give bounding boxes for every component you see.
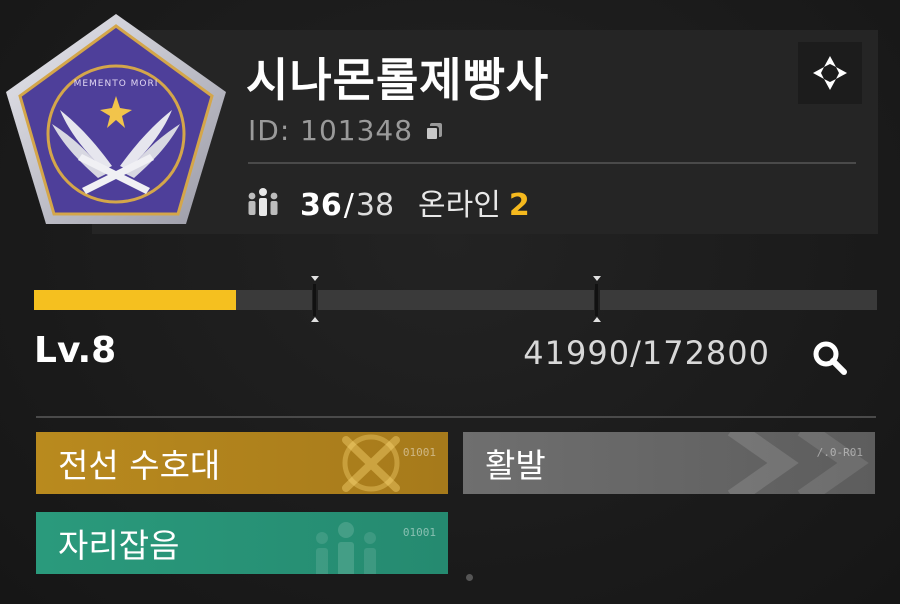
- tag-label: 자리잡음: [58, 526, 180, 565]
- online-label: 온라인: [418, 188, 501, 223]
- members-current: 36: [300, 188, 342, 223]
- progress-fill: [34, 290, 236, 310]
- club-id: ID: 101348: [248, 114, 414, 147]
- club-emblem: MEMENTO MORI: [6, 14, 226, 224]
- tag-label: 활발: [485, 446, 546, 485]
- milestone-arrows-icon: [311, 276, 319, 322]
- progress-segment: [318, 290, 594, 310]
- header-divider: [248, 162, 856, 164]
- tag-code: 01001: [402, 446, 436, 459]
- progress-segment: [34, 290, 312, 310]
- club-id-row: ID: 101348: [248, 114, 445, 147]
- members-row: 36 / 38 온라인 2: [246, 180, 530, 224]
- tag-settled[interactable]: 자리잡음 01001: [36, 512, 448, 574]
- emblem-motto: MEMENTO MORI: [74, 79, 159, 89]
- tag-code: /.0-R01: [816, 446, 863, 459]
- club-level: Lv.8: [34, 330, 117, 371]
- crossed-swords-icon: [342, 434, 400, 492]
- club-name: 시나몬롤제빵사: [246, 53, 550, 107]
- page-indicator-dot: [466, 574, 473, 581]
- members-icon: [248, 188, 278, 216]
- progress-segment: [600, 290, 877, 310]
- chevron-icon: [727, 432, 869, 494]
- section-divider: [36, 416, 876, 418]
- online-count: 2: [508, 188, 530, 223]
- search-button[interactable]: [800, 330, 858, 384]
- tag-frontline-guard[interactable]: 전선 수호대 01001: [36, 432, 448, 494]
- members-icon: [316, 522, 376, 574]
- members-max: 38: [355, 188, 395, 223]
- tag-code: 01001: [402, 526, 436, 539]
- level-progress-bar: [34, 290, 877, 310]
- tag-active[interactable]: 활발 /.0-R01: [463, 432, 875, 494]
- members-separator: /: [343, 188, 354, 223]
- milestone-arrows-icon: [593, 276, 601, 322]
- target-button[interactable]: [798, 42, 862, 104]
- experience-value: 41990/172800: [523, 334, 770, 372]
- copy-icon[interactable]: [423, 120, 445, 142]
- target-icon: [813, 56, 847, 90]
- search-icon: [813, 341, 847, 375]
- tag-label: 전선 수호대: [58, 446, 221, 485]
